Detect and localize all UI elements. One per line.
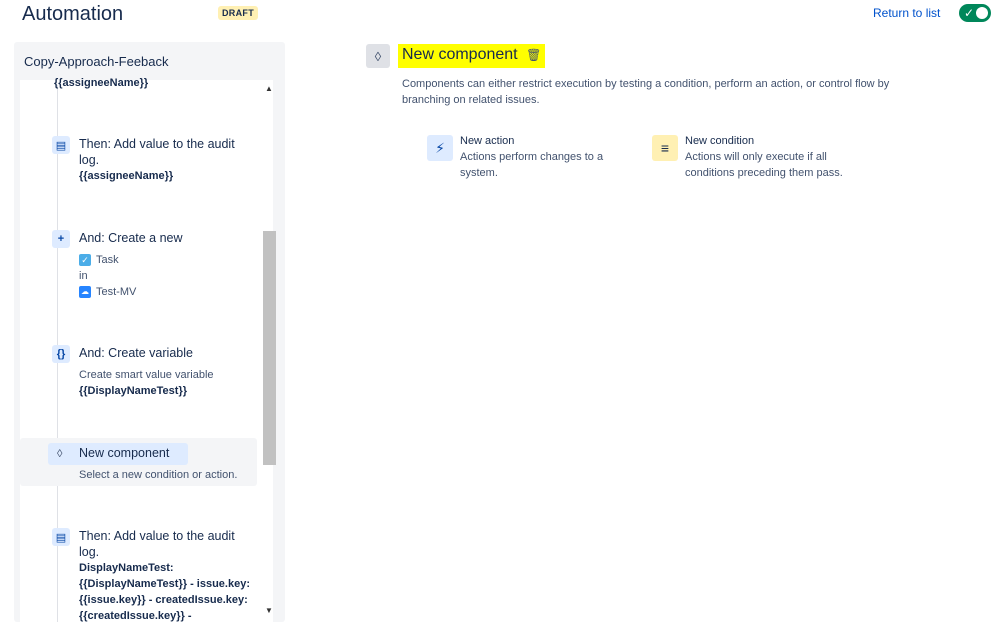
task-checkbox-icon: ✓ — [79, 254, 91, 266]
return-to-list-link[interactable]: Return to list — [873, 6, 940, 20]
rule-enabled-toggle[interactable]: ✓ — [959, 4, 991, 22]
step-value: DisplayNameTest: {{DisplayNameTest}} - i… — [79, 562, 250, 622]
component-description: Components can either restrict execution… — [402, 78, 890, 106]
audit-log-icon: ▤ — [52, 528, 70, 546]
option-title: New condition — [685, 135, 755, 147]
partial-step-text: {{assigneeName}} — [54, 77, 149, 89]
new-condition-option[interactable]: ≡ New condition Actions will only execut… — [652, 135, 862, 183]
project-cloud-icon: ☁ — [79, 286, 91, 298]
new-component-step-content[interactable]: ◊ New component Select a new condition o… — [48, 443, 252, 484]
draft-badge: DRAFT — [218, 6, 258, 20]
step-heading: New component — [79, 446, 170, 460]
trash-icon[interactable]: 🗑 — [526, 48, 541, 62]
audit-log-icon: ▤ — [52, 136, 70, 154]
check-icon: ✓ — [964, 6, 975, 20]
step-value: {{DisplayNameTest}} — [79, 385, 188, 397]
option-description: Actions perform changes to a system. — [460, 151, 604, 179]
scroll-up-arrow-icon[interactable]: ▲ — [265, 84, 273, 93]
lightning-icon: ⚡ — [427, 135, 453, 161]
rule-step-create-issue[interactable]: + And: Create a new ✓ Task in ☁ Test-MV — [52, 230, 252, 302]
step-heading: And: Create variable — [79, 346, 193, 360]
braces-icon: {} — [52, 345, 70, 363]
step-subtext: Create smart value variable — [79, 369, 214, 381]
step-heading: Then: Add value to the audit log. — [79, 529, 235, 559]
filter-icon: ≡ — [652, 135, 678, 161]
scroll-down-arrow-icon[interactable]: ▼ — [265, 606, 273, 615]
option-title: New action — [460, 135, 515, 147]
rule-step-create-variable[interactable]: {} And: Create variable Create smart val… — [52, 345, 252, 401]
in-label: in — [79, 270, 88, 282]
new-action-option[interactable]: ⚡ New action Actions perform changes to … — [427, 135, 637, 183]
toggle-knob — [976, 7, 988, 19]
step-details: ✓ Task in ☁ Test-MV — [79, 252, 259, 300]
branch-icon: ◊ — [366, 44, 390, 68]
rule-list-scrollbar[interactable]: ▲ ▼ — [262, 80, 277, 622]
rule-step-audit-log-1[interactable]: ▤ Then: Add value to the audit log. {{as… — [52, 136, 252, 186]
project-label: Test-MV — [96, 286, 137, 298]
step-value: {{assigneeName}} — [79, 170, 174, 182]
plus-icon: + — [52, 230, 70, 248]
page-title: Automation — [22, 3, 124, 25]
top-header: Automation DRAFT Return to list ✓ — [0, 0, 999, 34]
option-description: Actions will only execute if all conditi… — [685, 151, 843, 179]
step-subtext: Select a new condition or action. — [79, 469, 238, 481]
rule-step-audit-log-2[interactable]: ▤ Then: Add value to the audit log. Disp… — [52, 528, 252, 622]
scroll-thumb[interactable] — [263, 231, 276, 465]
component-title-area: New component 🗑 — [398, 44, 546, 68]
issue-type-label: Task — [96, 254, 119, 266]
rule-name[interactable]: Copy-Approach-Feeback — [24, 54, 169, 69]
step-heading: Then: Add value to the audit log. — [79, 137, 235, 167]
component-title: New component — [402, 46, 518, 63]
step-heading: And: Create a new — [79, 231, 183, 245]
